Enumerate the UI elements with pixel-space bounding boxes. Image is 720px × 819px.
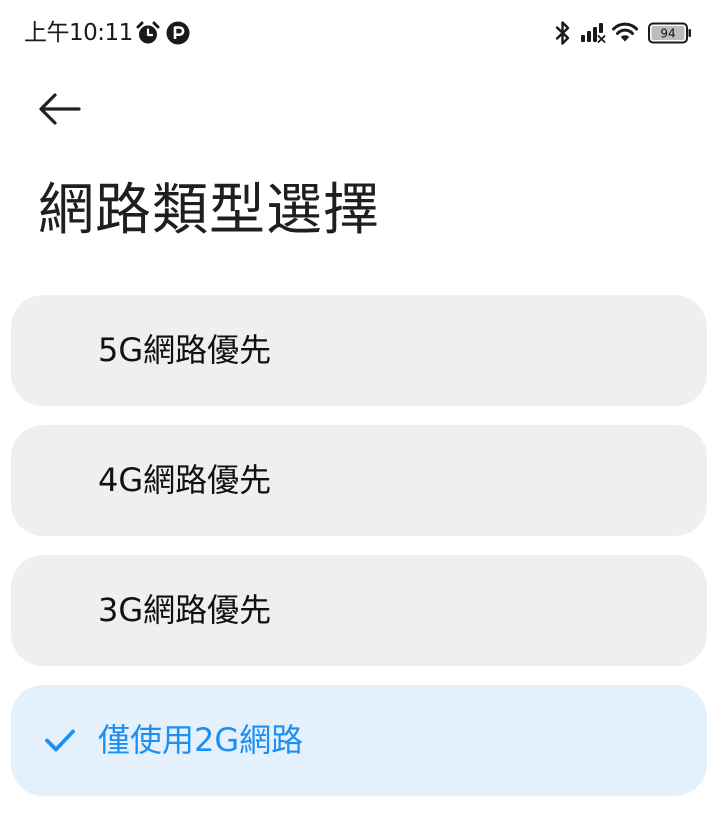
battery-icon: 94 <box>648 22 691 44</box>
network-type-options: 5G網路優先 4G網路優先 3G網路優先 僅使用2G網路 <box>11 295 707 815</box>
page-title: 網路類型選擇 <box>38 178 380 243</box>
back-arrow-icon <box>39 93 81 125</box>
wifi-icon <box>612 22 638 42</box>
status-bar: 上午10:11 94 <box>0 0 720 66</box>
option-label: 僅使用2G網路 <box>98 721 304 759</box>
bluetooth-icon <box>555 21 570 45</box>
option-4g-preferred[interactable]: 4G網路優先 <box>11 425 707 536</box>
parking-icon <box>166 21 190 45</box>
signal-icon <box>581 23 606 43</box>
checkmark-icon <box>45 729 75 752</box>
option-label: 5G網路優先 <box>98 331 272 369</box>
option-3g-preferred[interactable]: 3G網路優先 <box>11 555 707 666</box>
battery-level-text: 94 <box>660 27 675 41</box>
option-2g-only[interactable]: 僅使用2G網路 <box>11 685 707 796</box>
back-button[interactable] <box>28 82 92 136</box>
alarm-icon <box>136 21 160 44</box>
option-5g-preferred[interactable]: 5G網路優先 <box>11 295 707 406</box>
option-label: 3G網路優先 <box>98 591 272 629</box>
status-time: 上午10:11 <box>24 20 133 46</box>
option-label: 4G網路優先 <box>98 461 272 499</box>
